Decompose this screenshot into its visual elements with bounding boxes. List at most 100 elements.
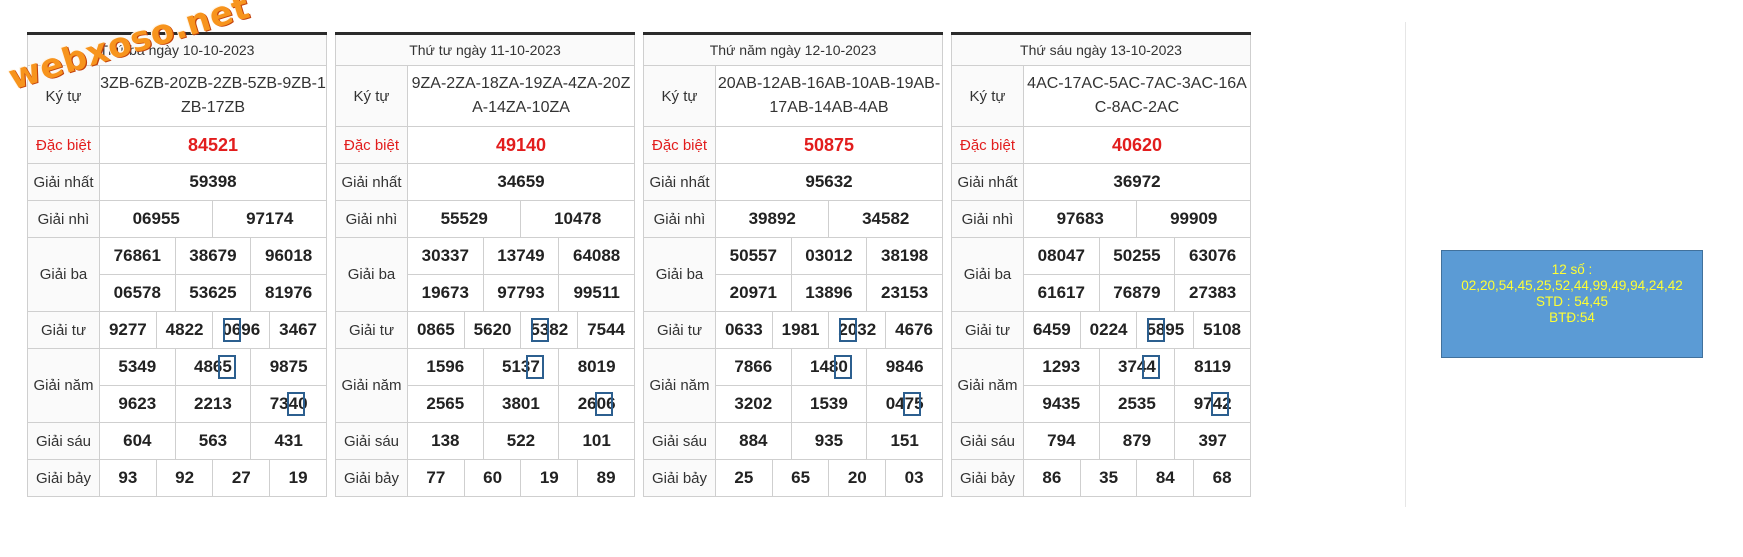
prize-number: 9623	[99, 385, 176, 423]
prize-number: 60	[463, 459, 522, 497]
prize-number: 27	[212, 459, 271, 497]
prize-number: 563	[174, 422, 252, 460]
prize-number: 59398	[99, 163, 327, 201]
prize-number: 25	[715, 459, 773, 497]
prize-number: 10478	[520, 200, 635, 238]
prize-number: 5895	[1136, 311, 1195, 349]
prize-number: 38679	[174, 237, 252, 275]
prize-number: 794	[1023, 422, 1100, 460]
prize-number: 0633	[715, 311, 773, 349]
prize-number: 8119	[1174, 348, 1251, 386]
prize-number: 34582	[828, 200, 943, 238]
prize-number: 101	[558, 422, 635, 460]
prize-number: 23153	[866, 274, 943, 312]
result-table: Thứ năm ngày 12-10-2023 Ký tự 20AB-12AB-16…	[643, 32, 943, 497]
prize-number: 92	[155, 459, 214, 497]
prediction-btd: BTĐ:54	[1549, 310, 1595, 325]
prize-number: 81976	[250, 274, 327, 312]
prize-label: Giải bảy	[27, 459, 100, 497]
prize-label: Giải nhất	[643, 163, 716, 201]
special-prize-number: 49140	[407, 126, 635, 164]
prize-number: 431	[250, 422, 327, 460]
prize-number: 5349	[99, 348, 176, 386]
prize-number: 5108	[1193, 311, 1251, 349]
prize-label: Giải bảy	[643, 459, 716, 497]
prize-number: 4865	[174, 348, 252, 386]
prize-label: Giải sáu	[27, 422, 100, 460]
prize-number: 1596	[407, 348, 484, 386]
prize-number: 879	[1098, 422, 1176, 460]
prize-number: 86	[1023, 459, 1081, 497]
prize-number: 4676	[885, 311, 943, 349]
prize-number: 50255	[1098, 237, 1176, 275]
prize-number: 7340	[250, 385, 327, 423]
prize-label: Ký tự	[335, 65, 408, 127]
prize-number: 2213	[174, 385, 252, 423]
prize-number: 4822	[155, 311, 214, 349]
draw-date: Thứ năm ngày 12-10-2023	[643, 33, 943, 66]
prize-number: 99511	[558, 274, 635, 312]
prediction-box: 12 số : 02,20,54,45,25,52,44,99,49,94,24…	[1441, 250, 1703, 358]
prize-number: 884	[715, 422, 792, 460]
prize-number: 3801	[482, 385, 560, 423]
prize-number: 5382	[520, 311, 579, 349]
special-prize-number: 40620	[1023, 126, 1251, 164]
prize-label: Đặc biệt	[643, 126, 716, 164]
prize-number: 97793	[482, 274, 560, 312]
prize-number: 08047	[1023, 237, 1100, 275]
prize-number: 9875	[250, 348, 327, 386]
result-table: Thứ ba ngày 10-10-2023 Ký tự 3ZB-6ZB-20ZB-…	[27, 32, 327, 497]
prize-number: 1539	[790, 385, 868, 423]
special-prize-number: 84521	[99, 126, 327, 164]
prediction-numbers: 02,20,54,45,25,52,44,99,49,94,24,42	[1461, 278, 1683, 293]
prize-label: Ký tự	[643, 65, 716, 127]
prize-number: 138	[407, 422, 484, 460]
ticket-codes: 9ZA-2ZA-18ZA-19ZA-4ZA-20ZA-14ZA-10ZA	[407, 65, 635, 127]
prize-number: 2565	[407, 385, 484, 423]
prize-number: 03	[885, 459, 943, 497]
prize-label: Giải tư	[27, 311, 100, 349]
prize-number: 20	[828, 459, 887, 497]
prize-label: Giải ba	[951, 237, 1024, 312]
prize-label: Giải tư	[951, 311, 1024, 349]
prize-number: 0475	[866, 385, 943, 423]
prize-number: 8019	[558, 348, 635, 386]
prize-label: Giải năm	[951, 348, 1024, 423]
prize-number: 53625	[174, 274, 252, 312]
results-area: Thứ ba ngày 10-10-2023 Ký tự 3ZB-6ZB-20ZB-…	[27, 32, 1397, 502]
prediction-std: STD : 54,45	[1535, 294, 1609, 309]
prize-label: Giải ba	[335, 237, 408, 312]
prize-number: 2032	[828, 311, 887, 349]
prize-number: 9846	[866, 348, 943, 386]
prize-label: Giải ba	[643, 237, 716, 312]
prize-label: Giải năm	[27, 348, 100, 423]
prize-number: 39892	[714, 200, 830, 238]
prediction-count: 12 số :	[1551, 262, 1593, 277]
prize-number: 77	[407, 459, 465, 497]
prize-number: 27383	[1174, 274, 1251, 312]
prize-number: 76861	[99, 237, 176, 275]
prize-number: 1293	[1023, 348, 1100, 386]
prize-number: 3744	[1098, 348, 1176, 386]
prize-number: 13749	[482, 237, 560, 275]
prize-number: 19673	[407, 274, 484, 312]
prize-number: 38198	[866, 237, 943, 275]
prize-number: 5137	[482, 348, 560, 386]
prize-label: Đặc biệt	[335, 126, 408, 164]
prize-number: 0224	[1079, 311, 1138, 349]
prize-number: 9435	[1023, 385, 1100, 423]
prize-number: 36972	[1023, 163, 1251, 201]
prize-number: 1981	[771, 311, 830, 349]
ticket-codes: 4AC-17AC-5AC-7AC-3AC-16AC-8AC-2AC	[1023, 65, 1251, 127]
prize-number: 397	[1174, 422, 1251, 460]
prize-label: Giải năm	[643, 348, 716, 423]
prize-number: 604	[99, 422, 176, 460]
prize-number: 34659	[407, 163, 635, 201]
prize-label: Giải tư	[335, 311, 408, 349]
prize-number: 55529	[406, 200, 522, 238]
prize-number: 19	[269, 459, 327, 497]
prize-label: Giải nhì	[27, 200, 100, 238]
prize-number: 96018	[250, 237, 327, 275]
prize-number: 151	[866, 422, 943, 460]
prize-number: 9742	[1174, 385, 1251, 423]
